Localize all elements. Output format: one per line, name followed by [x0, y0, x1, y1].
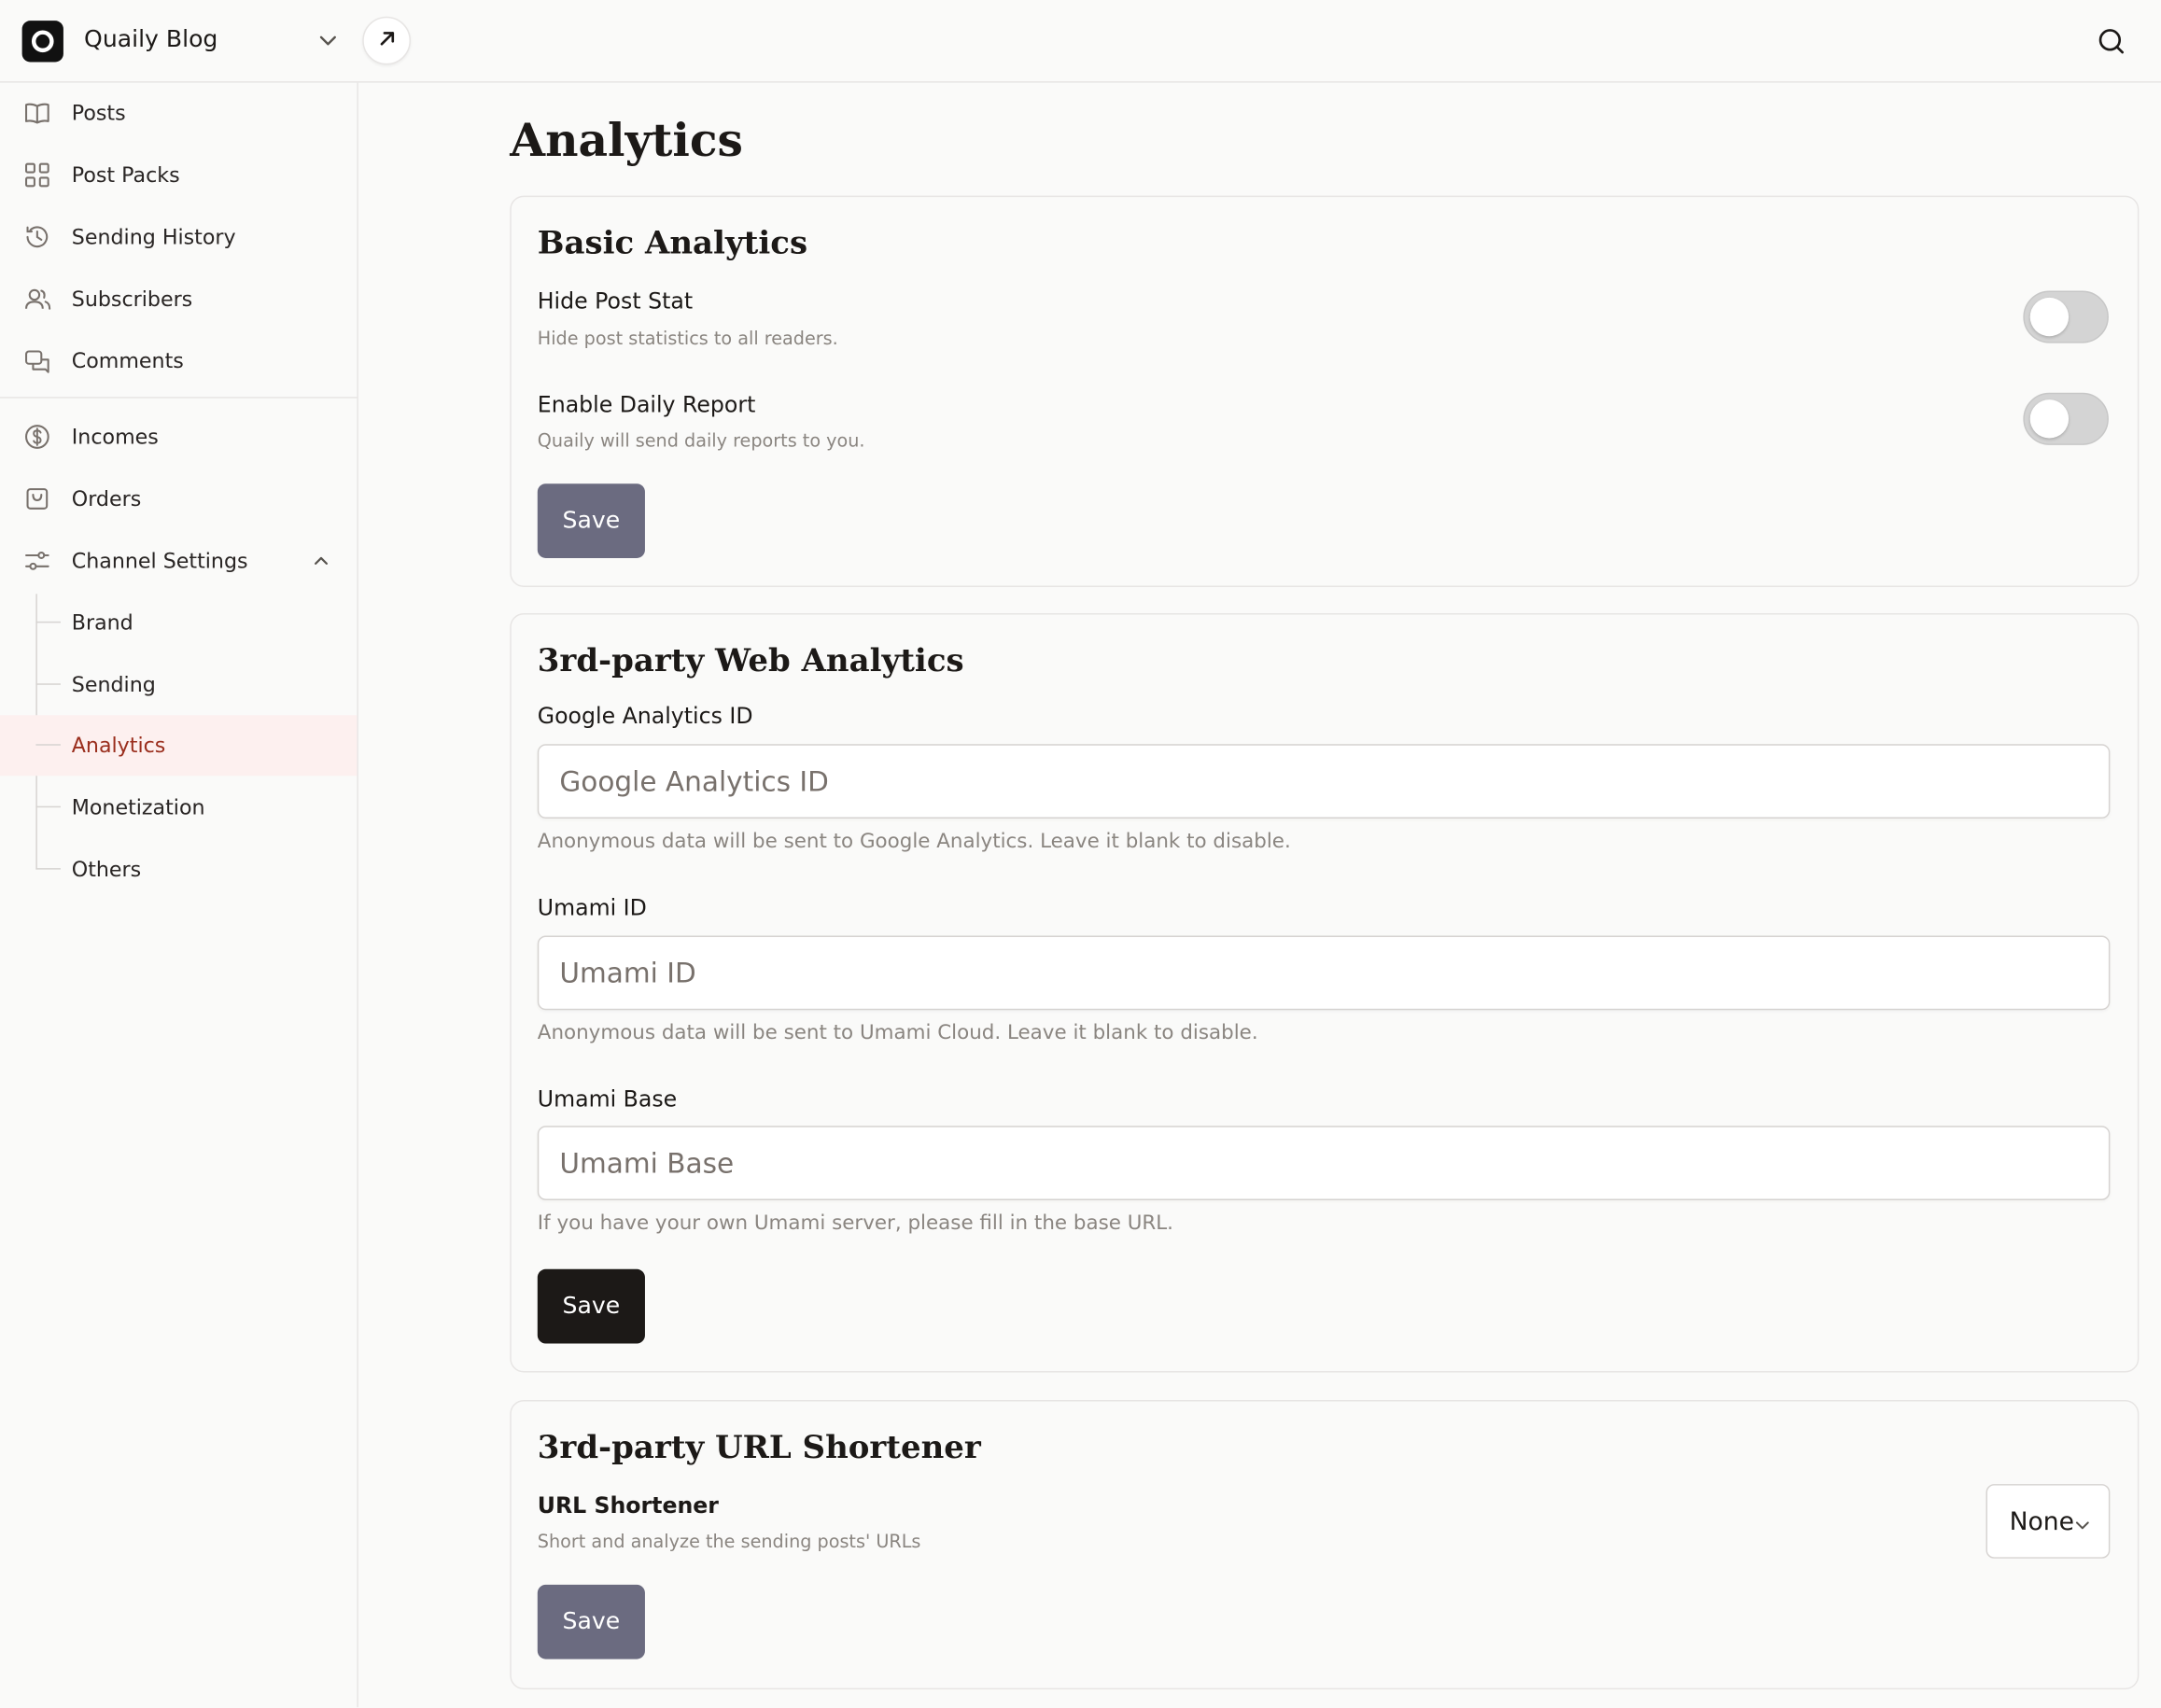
card-title: Basic Analytics [537, 224, 808, 262]
sidebar-subitem-brand[interactable]: Brand [0, 593, 357, 653]
sidebar-subitem-label: Monetization [71, 794, 205, 820]
settings-sliders-icon [23, 547, 51, 575]
chevron-up-icon[interactable] [312, 552, 331, 577]
umami-base-help: If you have your own Umami server, pleas… [537, 1212, 1173, 1235]
hide-post-stat-help: Hide post statistics to all readers. [537, 329, 838, 351]
daily-report-help: Quaily will send daily reports to you. [537, 431, 865, 453]
open-site-button[interactable] [362, 16, 411, 65]
sidebar-item-incomes[interactable]: Incomes [0, 407, 357, 468]
sidebar-item-label: Posts [71, 100, 126, 126]
url-shortener-card: 3rd-party URL Shortener URL Shortener Sh… [510, 1400, 2140, 1690]
sidebar-subitem-label: Analytics [71, 733, 166, 759]
quaily-logo-icon[interactable] [21, 21, 63, 63]
sidebar-item-comments[interactable]: Comments [0, 330, 357, 391]
umami-id-label: Umami ID [537, 894, 647, 921]
url-shortener-select[interactable]: None [1986, 1484, 2111, 1559]
search-icon[interactable] [2095, 25, 2127, 58]
sidebar-subitem-analytics[interactable]: Analytics [0, 715, 358, 777]
umami-id-help: Anonymous data will be sent to Umami Clo… [537, 1022, 1258, 1045]
sidebar-subitem-label: Sending [71, 672, 156, 698]
sidebar-subitem-label: Others [71, 857, 142, 882]
sidebar-item-label: Channel Settings [71, 548, 248, 574]
top-bar: Quaily Blog [0, 0, 2161, 83]
users-icon [23, 286, 51, 314]
site-title[interactable]: Quaily Blog [84, 26, 218, 54]
sidebar-item-posts[interactable]: Posts [0, 83, 357, 144]
daily-report-toggle[interactable] [2023, 392, 2109, 445]
hide-post-stat-label: Hide Post Stat [537, 287, 694, 315]
sidebar-item-label: Post Packs [71, 162, 180, 188]
sidebar-item-label: Subscribers [71, 287, 193, 312]
card-title: 3rd-party Web Analytics [537, 642, 964, 679]
sidebar: Posts Post Packs Sending History Subscri… [0, 82, 358, 1708]
sidebar-item-post-packs[interactable]: Post Packs [0, 145, 357, 205]
google-analytics-help: Anonymous data will be sent to Google An… [537, 831, 1291, 853]
sidebar-item-label: Comments [71, 348, 184, 374]
umami-id-input[interactable] [537, 935, 2111, 1011]
history-icon [23, 223, 51, 251]
sidebar-subitem-others[interactable]: Others [0, 839, 357, 900]
hide-post-stat-toggle[interactable] [2023, 290, 2109, 343]
sidebar-subitem-monetization[interactable]: Monetization [0, 777, 357, 838]
arrow-up-right-icon [375, 27, 398, 55]
web-analytics-card: 3rd-party Web Analytics Google Analytics… [510, 612, 2140, 1373]
comments-icon [23, 347, 51, 375]
chevron-down-icon [2073, 1513, 2093, 1533]
url-shortener-label: URL Shortener [537, 1491, 719, 1519]
sidebar-item-channel-settings[interactable]: Channel Settings [0, 530, 357, 591]
google-analytics-input[interactable] [537, 744, 2111, 819]
book-open-icon [23, 99, 51, 127]
url-shortener-selected: None [2009, 1506, 2074, 1536]
shopping-bag-icon [23, 485, 51, 513]
sidebar-subitem-sending[interactable]: Sending [0, 654, 357, 715]
basic-analytics-card: Basic Analytics Hide Post Stat Hide post… [510, 195, 2140, 587]
url-shortener-help: Short and analyze the sending posts' URL… [537, 1532, 921, 1553]
sidebar-item-orders[interactable]: Orders [0, 469, 357, 529]
save-basic-button[interactable]: Save [537, 483, 645, 558]
sidebar-item-label: Incomes [71, 424, 159, 450]
save-shortener-button[interactable]: Save [537, 1584, 645, 1659]
sidebar-item-label: Sending History [71, 224, 236, 250]
umami-base-input[interactable] [537, 1126, 2111, 1200]
site-switcher-chevron-down-icon[interactable] [315, 26, 343, 54]
google-analytics-label: Google Analytics ID [537, 702, 753, 730]
daily-report-label: Enable Daily Report [537, 391, 756, 418]
dollar-circle-icon [23, 423, 51, 451]
sidebar-subitem-label: Brand [71, 610, 133, 636]
card-title: 3rd-party URL Shortener [537, 1429, 981, 1466]
sidebar-item-label: Orders [71, 486, 142, 511]
umami-base-label: Umami Base [537, 1085, 678, 1113]
sidebar-item-subscribers[interactable]: Subscribers [0, 269, 357, 329]
sidebar-item-sending-history[interactable]: Sending History [0, 206, 357, 267]
grid-icon [23, 161, 51, 189]
page-title: Analytics [510, 113, 744, 167]
sidebar-divider [0, 397, 358, 399]
save-web-analytics-button[interactable]: Save [537, 1268, 645, 1344]
